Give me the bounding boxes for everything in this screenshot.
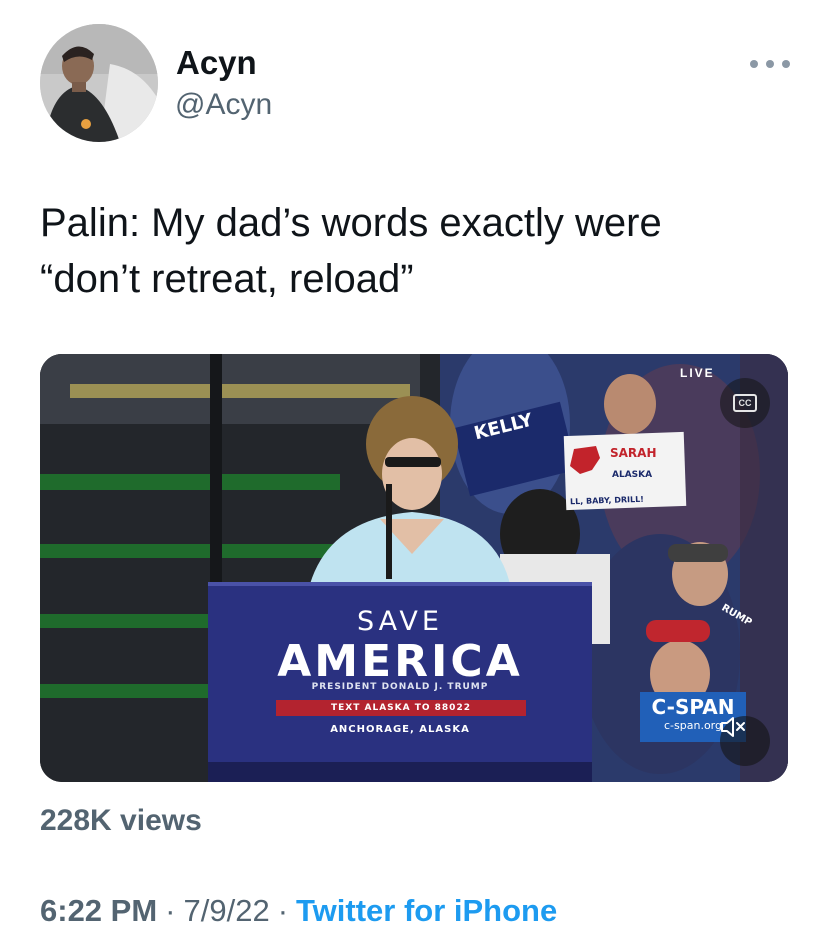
podium-line: ANCHORAGE, ALASKA [330, 724, 470, 735]
closed-captions-button[interactable]: CC [720, 378, 770, 428]
dot [766, 60, 774, 68]
author-name[interactable]: Acyn [176, 44, 257, 82]
cc-icon: CC [733, 394, 757, 412]
avatar-photo [40, 24, 158, 142]
sign-alaska: ALASKA [612, 470, 653, 480]
tweet-time[interactable]: 6:22 PM [40, 893, 157, 929]
author-handle[interactable]: @Acyn [175, 88, 272, 122]
tweet-text-line: Palin: My dad’s words exactly were [40, 201, 662, 245]
tweet-meta: 6:22 PM · 7/9/22 · Twitter for iPhone [40, 893, 557, 929]
tweet-text-line: “don’t retreat, reload” [40, 257, 414, 301]
separator: · [277, 893, 289, 928]
podium-line: AMERICA [277, 636, 523, 687]
podium-line: PRESIDENT DONALD J. TRUMP [311, 682, 489, 692]
mute-button[interactable] [720, 716, 770, 766]
tweet-date[interactable]: 7/9/22 [184, 893, 270, 929]
video-player[interactable]: LIVE CC KELLY SARAH ALASKA LL, BABY, DRI… [40, 354, 788, 782]
author-avatar[interactable] [40, 24, 158, 142]
more-options-icon[interactable] [750, 54, 790, 74]
view-count: 228K views [40, 804, 202, 837]
sign-sarah: SARAH [610, 446, 657, 460]
live-badge: LIVE [680, 366, 715, 380]
speaker-muted-icon [721, 717, 745, 737]
podium-line: TEXT ALASKA TO 88022 [276, 700, 526, 716]
tweet-text: Palin: My dad’s words exactly were “don’… [40, 195, 800, 307]
podium-line: SAVE [357, 606, 443, 637]
dot [782, 60, 790, 68]
dot [750, 60, 758, 68]
tweet-source-link[interactable]: Twitter for iPhone [296, 893, 557, 929]
separator: · [165, 893, 176, 928]
